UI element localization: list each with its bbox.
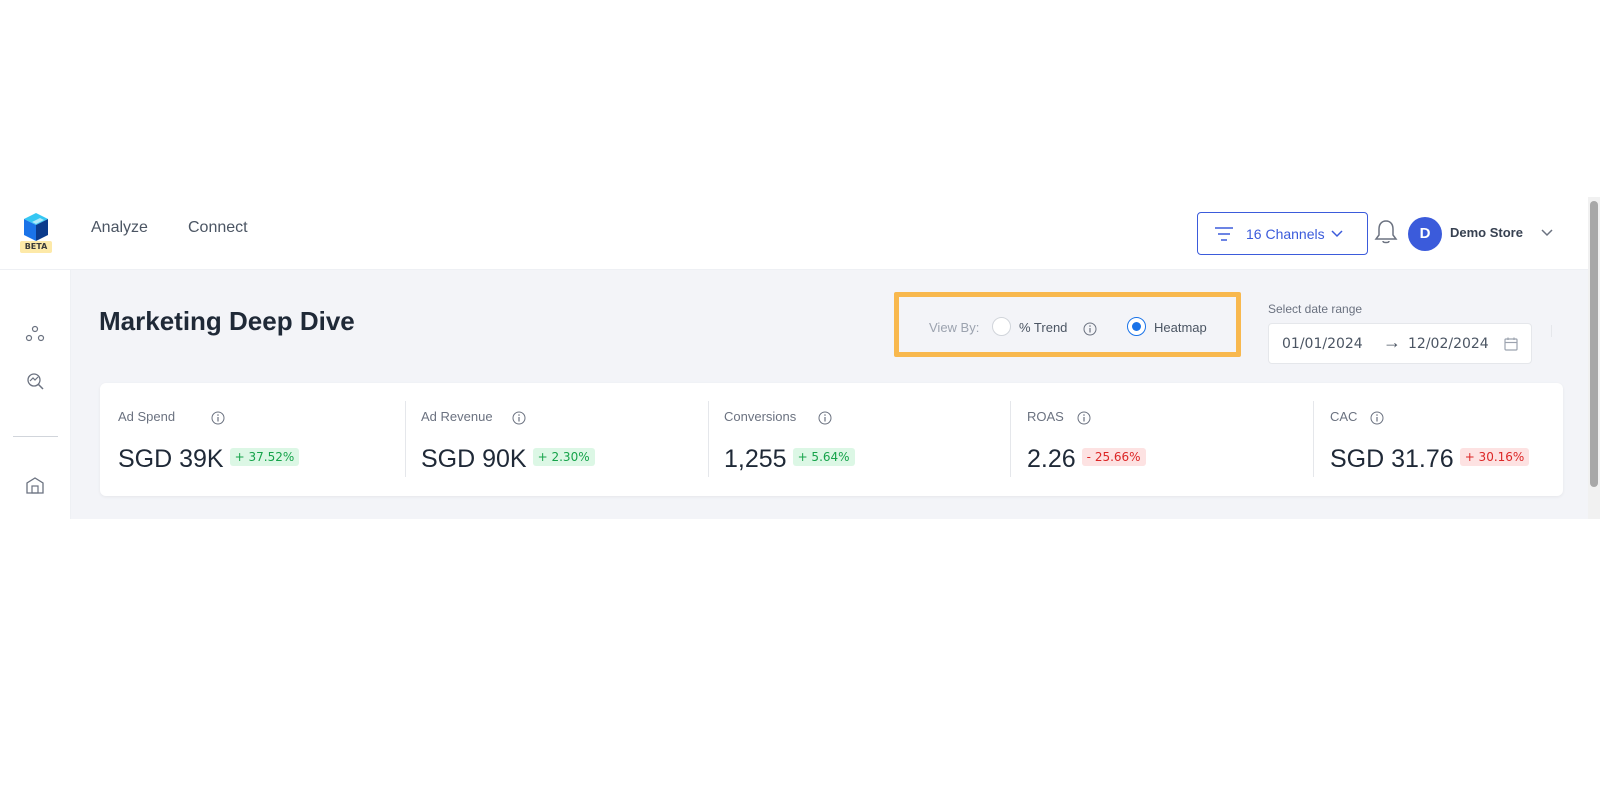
kpi-value: SGD 39K (118, 445, 224, 473)
avatar[interactable]: D (1408, 217, 1442, 251)
search-analytics-icon[interactable] (24, 370, 46, 392)
channels-icon[interactable] (24, 323, 46, 345)
nav-link-connect[interactable]: Connect (188, 219, 248, 237)
end-date[interactable]: 12/02/2024 (1408, 336, 1489, 352)
app-window: BETA Analyze Connect 16 Channels D Demo … (0, 197, 1600, 519)
store-icon[interactable] (24, 474, 46, 496)
vertical-scrollbar[interactable] (1588, 197, 1600, 519)
calendar-icon[interactable] (1503, 336, 1519, 352)
radio-trend[interactable] (992, 317, 1011, 336)
kpi-value: 1,255 (724, 445, 787, 473)
channels-filter-button[interactable]: 16 Channels (1197, 212, 1368, 255)
info-icon[interactable] (1077, 411, 1091, 425)
main-content: Marketing Deep Dive View By: % Trend Hea… (71, 270, 1588, 519)
kpi-label: Ad Revenue (421, 409, 493, 424)
info-icon[interactable] (512, 411, 526, 425)
info-icon[interactable] (211, 411, 225, 425)
app-logo[interactable]: BETA (18, 213, 54, 253)
kpi-divider (405, 401, 406, 477)
kpi-value-row: SGD 31.76 + 30.16% (1330, 445, 1530, 474)
info-icon[interactable] (1370, 411, 1384, 425)
radio-heatmap[interactable] (1127, 317, 1146, 336)
kpi-value: SGD 31.76 (1330, 445, 1454, 473)
chevron-down-icon[interactable] (1540, 226, 1554, 240)
info-icon[interactable] (1083, 322, 1097, 336)
arrow-right-icon: → (1383, 332, 1401, 352)
nav-link-analyze[interactable]: Analyze (91, 219, 148, 237)
view-by-control: View By: % Trend Heatmap (894, 292, 1241, 357)
kpi-change-badge: + 2.30% (532, 448, 595, 467)
start-date[interactable]: 01/01/2024 (1282, 336, 1363, 352)
view-by-label: View By: (929, 320, 980, 335)
kpi-label: Ad Spend (118, 409, 176, 424)
kpi-label: CAC (1330, 409, 1358, 424)
kpi-value-row: SGD 39K + 37.52% (118, 445, 300, 474)
kpi-value-row: 2.26 - 25.66% (1027, 445, 1146, 474)
page-title: Marketing Deep Dive (99, 306, 355, 336)
sidebar-divider (13, 436, 58, 437)
logo-icon (24, 213, 48, 241)
kpi-change-badge: - 25.66% (1081, 448, 1146, 467)
filter-icon (1215, 226, 1233, 241)
kpi-roas[interactable]: ROAS 2.26 - 25.66% (1027, 401, 1307, 481)
kpi-divider (708, 401, 709, 477)
info-icon[interactable] (818, 411, 832, 425)
top-nav: BETA Analyze Connect 16 Channels D Demo … (0, 197, 1588, 270)
kpi-value-row: 1,255 + 5.64% (724, 445, 855, 474)
bell-icon[interactable] (1374, 219, 1398, 245)
kpi-divider (1313, 401, 1314, 477)
store-name[interactable]: Demo Store (1450, 225, 1523, 240)
kpi-change-badge: + 30.16% (1459, 448, 1530, 467)
scrollbar-thumb[interactable] (1590, 201, 1598, 487)
kpi-cac[interactable]: CAC SGD 31.76 + 30.16% (1330, 401, 1550, 481)
kpi-divider (1010, 401, 1011, 477)
chevron-down-icon (1331, 229, 1343, 237)
kpi-summary-card: Ad Spend SGD 39K + 37.52% Ad Revenue SGD… (100, 383, 1563, 496)
kpi-value-row: SGD 90K + 2.30% (421, 445, 595, 474)
date-range-picker[interactable]: 01/01/2024 → 12/02/2024 (1268, 323, 1532, 364)
kpi-conversions[interactable]: Conversions 1,255 + 5.64% (724, 401, 1004, 481)
kpi-value: SGD 90K (421, 445, 527, 473)
kpi-change-badge: + 5.64% (792, 448, 855, 467)
kpi-change-badge: + 37.52% (229, 448, 300, 467)
kpi-ad-revenue[interactable]: Ad Revenue SGD 90K + 2.30% (421, 401, 701, 481)
kpi-label: ROAS (1027, 409, 1064, 424)
radio-heatmap-label[interactable]: Heatmap (1154, 320, 1207, 335)
date-range-label: Select date range (1268, 302, 1363, 316)
sidebar (0, 270, 71, 519)
kpi-ad-spend[interactable]: Ad Spend SGD 39K + 37.52% (118, 401, 398, 481)
kpi-value: 2.26 (1027, 445, 1076, 473)
channels-label: 16 Channels (1246, 225, 1325, 242)
kpi-label: Conversions (724, 409, 797, 424)
toolbar-divider (1551, 325, 1552, 337)
beta-badge: BETA (20, 241, 52, 253)
radio-trend-label[interactable]: % Trend (1019, 320, 1067, 335)
